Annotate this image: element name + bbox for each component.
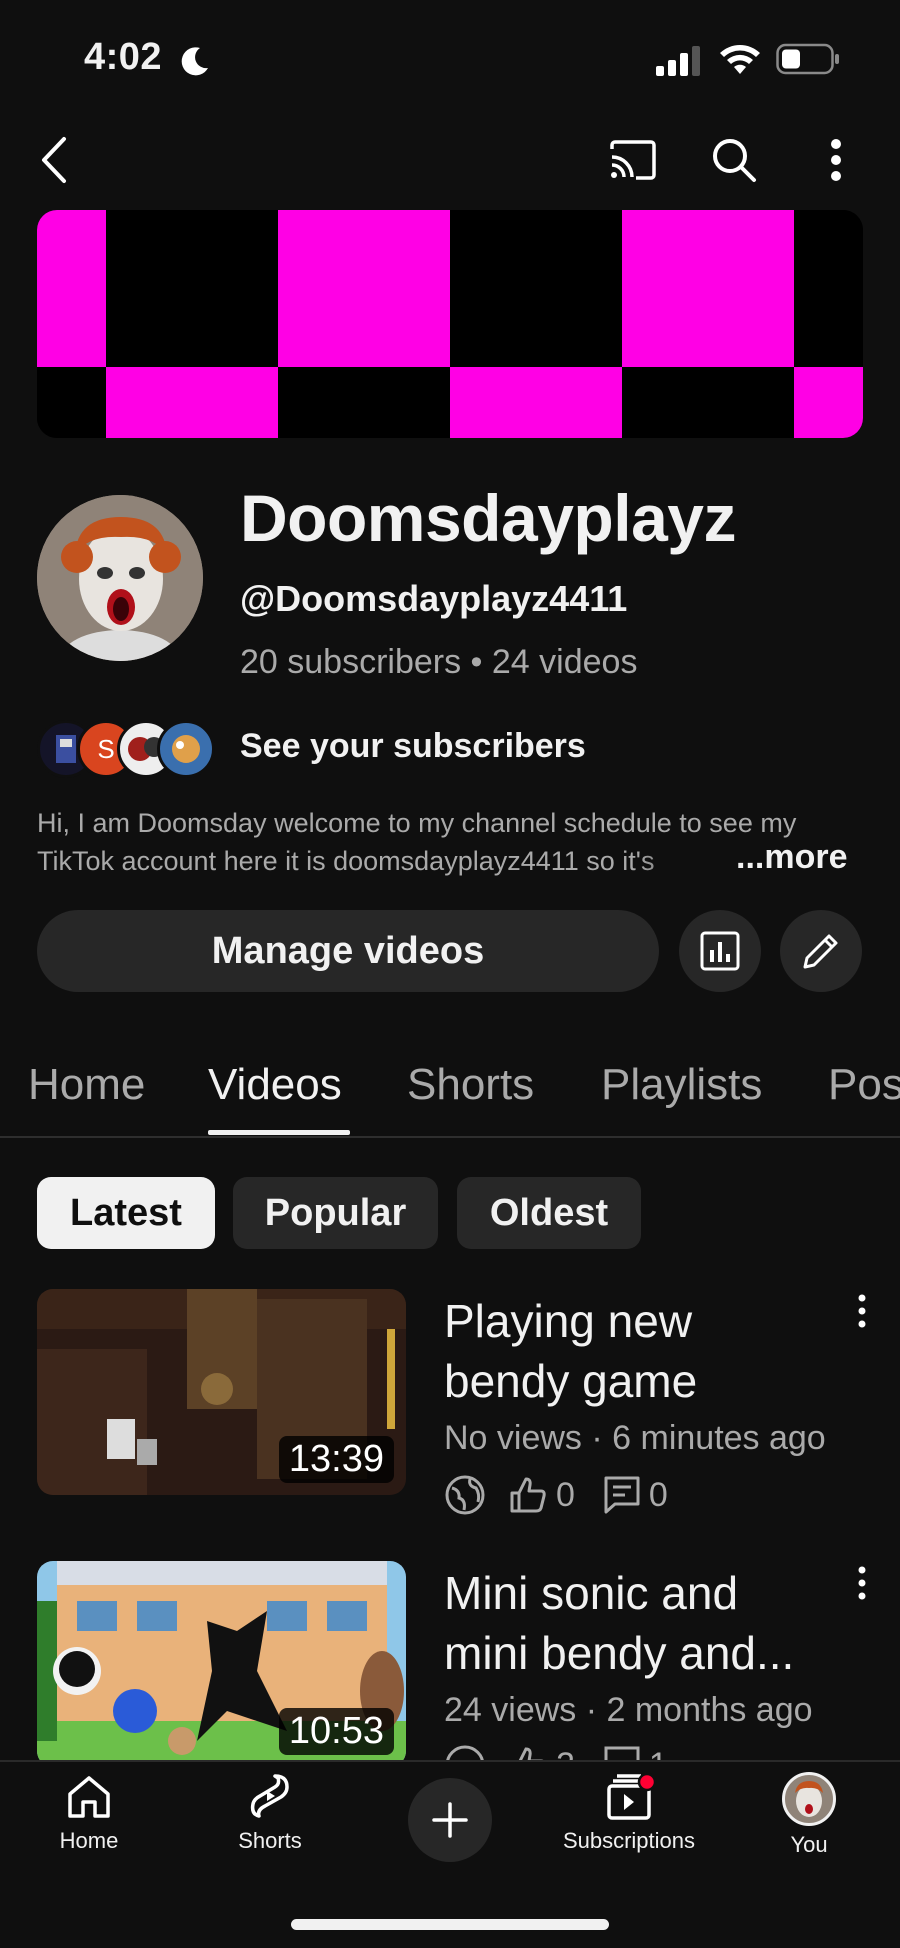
public-globe-icon xyxy=(445,1475,485,1515)
video-meta: No views · 6 minutes ago xyxy=(444,1419,826,1457)
chip-oldest[interactable]: Oldest xyxy=(457,1177,641,1249)
more-description-link[interactable]: ...more xyxy=(736,838,847,877)
nav-subscriptions[interactable]: Subscriptions xyxy=(551,1772,707,1854)
video-title[interactable]: Playing new bendy game xyxy=(444,1291,864,1411)
wifi-icon xyxy=(720,45,760,74)
video-duration: 10:53 xyxy=(278,1708,394,1755)
video-title[interactable]: Mini sonic and mini bendy and... xyxy=(444,1563,864,1683)
cast-icon xyxy=(610,140,656,180)
shorts-icon xyxy=(250,1774,289,1818)
nav-home[interactable]: Home xyxy=(48,1772,130,1854)
description-line: Hi, I am Doomsday welcome to my channel … xyxy=(37,808,797,838)
channel-banner xyxy=(37,210,863,438)
home-icon xyxy=(68,1776,110,1818)
tab-home[interactable]: Home xyxy=(28,1060,145,1110)
video-thumbnail[interactable]: 13:39 xyxy=(37,1289,406,1495)
nav-you[interactable]: You xyxy=(772,1772,846,1858)
description-line: TikTok account here it is doomsdayplayz4… xyxy=(37,842,727,880)
comment-icon xyxy=(604,1476,640,1514)
search-icon xyxy=(713,139,756,182)
plus-icon xyxy=(432,1802,468,1838)
channel-handle: @Doomsdayplayz4411 xyxy=(240,578,628,619)
nav-subscriptions-label: Subscriptions xyxy=(562,1828,696,1853)
create-button[interactable] xyxy=(408,1778,492,1862)
chip-popular[interactable]: Popular xyxy=(233,1177,438,1249)
video-more-options-icon[interactable] xyxy=(855,1294,869,1328)
back-button[interactable] xyxy=(24,130,84,190)
more-options-button[interactable] xyxy=(806,130,866,190)
clown-avatar-image xyxy=(37,495,203,661)
subscriber-initial: S xyxy=(97,733,115,764)
active-tab-indicator xyxy=(208,1130,350,1135)
you-avatar xyxy=(782,1772,836,1826)
video-title-line: Mini sonic and xyxy=(444,1567,739,1619)
video-title-line: Playing new xyxy=(444,1295,693,1347)
video-duration: 13:39 xyxy=(278,1436,394,1483)
channel-avatar[interactable] xyxy=(37,495,203,661)
nav-home-label: Home xyxy=(59,1828,119,1853)
do-not-disturb-moon-icon xyxy=(181,47,208,76)
vertical-dots-icon xyxy=(831,139,841,181)
nav-shorts[interactable]: Shorts xyxy=(222,1772,318,1854)
channel-name: Doomsdayplayz xyxy=(240,481,736,555)
video-stats: 0 0 xyxy=(444,1470,668,1520)
see-subscribers-link[interactable]: See your subscribers xyxy=(240,727,586,766)
checkered-banner-art xyxy=(37,210,863,438)
back-arrow-icon xyxy=(42,137,66,183)
nav-you-label: You xyxy=(790,1832,828,1857)
battery-icon xyxy=(776,43,839,75)
like-count: 0 xyxy=(556,1475,575,1514)
status-time: 4:02 xyxy=(84,36,163,78)
video-title-line: bendy game xyxy=(444,1355,698,1407)
video-thumbnail[interactable]: 10:53 xyxy=(37,1561,406,1767)
channel-stats: 20 subscribers • 24 videos xyxy=(240,643,638,681)
subscriptions-icon xyxy=(607,1772,657,1820)
subscriber-avatars[interactable]: S xyxy=(37,720,223,778)
tab-posts[interactable]: Pos xyxy=(828,1060,900,1110)
tab-videos[interactable]: Videos xyxy=(208,1060,342,1110)
video-more-options-icon[interactable] xyxy=(855,1566,869,1600)
tabs-divider xyxy=(0,1136,900,1138)
edit-channel-button[interactable] xyxy=(780,910,862,992)
search-button[interactable] xyxy=(704,130,764,190)
manage-videos-button[interactable]: Manage videos xyxy=(37,910,659,992)
cellular-signal-icon xyxy=(656,46,700,76)
chip-latest[interactable]: Latest xyxy=(37,1177,215,1249)
analytics-chart-icon xyxy=(700,931,740,971)
tab-shorts[interactable]: Shorts xyxy=(407,1060,534,1110)
cast-button[interactable] xyxy=(603,130,663,190)
pencil-icon xyxy=(803,934,838,969)
nav-shorts-label: Shorts xyxy=(238,1828,302,1853)
analytics-button[interactable] xyxy=(679,910,761,992)
video-title-line: mini bendy and... xyxy=(444,1627,795,1679)
home-indicator[interactable] xyxy=(291,1919,609,1930)
comment-count: 0 xyxy=(648,1475,668,1514)
tab-playlists[interactable]: Playlists xyxy=(601,1060,762,1110)
subscriber-avatar xyxy=(157,720,215,778)
video-meta: 24 views · 2 months ago xyxy=(444,1691,813,1729)
like-icon xyxy=(510,1477,546,1513)
